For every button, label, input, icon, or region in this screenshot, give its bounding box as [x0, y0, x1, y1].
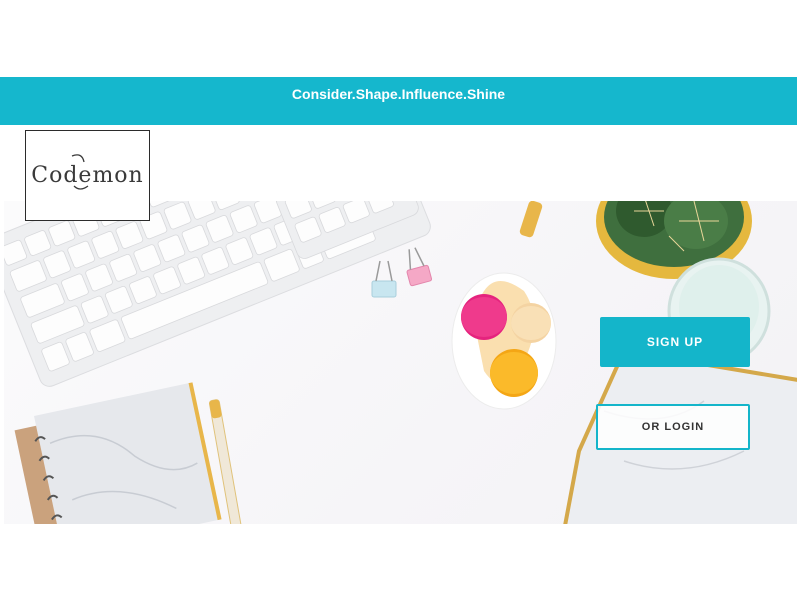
macarons-plate: [451, 272, 557, 410]
codemon-logo[interactable]: Codemon: [25, 130, 150, 221]
tagline-text: Consider.Shape.Influence.Shine: [291, 86, 506, 102]
gold-pen-top: [519, 201, 543, 238]
sign-up-button[interactable]: SIGN UP: [600, 317, 750, 367]
tagline-banner: Consider.Shape.Influence.Shine: [0, 77, 797, 125]
login-button[interactable]: OR LOGIN: [596, 404, 750, 450]
binder-clip-pink: [406, 247, 433, 287]
notebook: [14, 382, 222, 524]
binder-clip-blue: [371, 260, 397, 298]
logo-text: Codemon: [31, 163, 144, 188]
